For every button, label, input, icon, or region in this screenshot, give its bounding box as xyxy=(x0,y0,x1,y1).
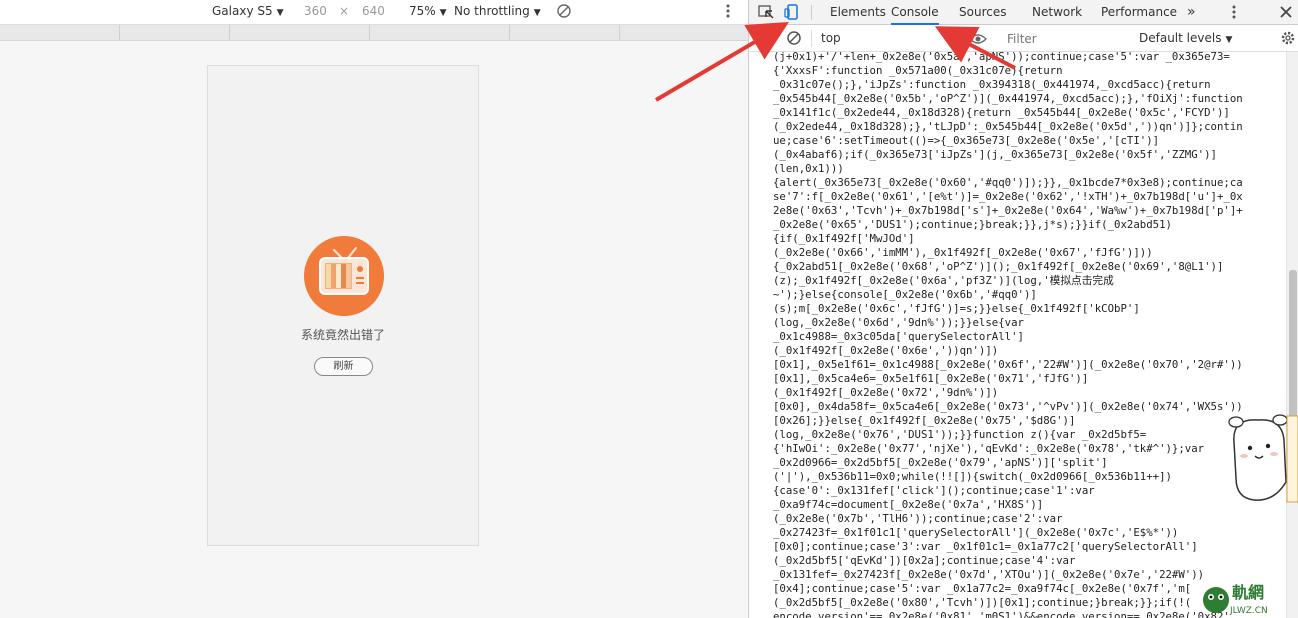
toolbar-divider xyxy=(811,5,812,20)
rotate-icon[interactable] xyxy=(556,3,572,22)
throttling-value: No throttling xyxy=(454,4,530,18)
console-line: {'hIwOi':_0x2e8e('0x77','njXe'),'qEvKd':… xyxy=(773,442,1205,455)
clear-console-icon[interactable] xyxy=(785,29,803,47)
console-output[interactable]: (j+0x1)+'/'+len+_0x2e8e('0x5a','apNS'));… xyxy=(749,52,1298,618)
console-line: (_0x2e8e('0x7b','TlH6'));continue;case'2… xyxy=(773,512,1063,525)
console-line: (_0x1f492f[_0x2e8e('0x72','9dn%')]) xyxy=(773,386,999,399)
console-line: _0x141f1c(_0x2ede44,_0x18d328){return _0… xyxy=(773,106,1230,119)
chevron-down-icon: ▼ xyxy=(533,8,541,18)
console-line: {if(_0x1f492f['MwJOd'] xyxy=(773,232,915,245)
console-line: (len,0x1))) xyxy=(773,162,844,175)
tab-performance[interactable]: Performance xyxy=(1101,0,1177,25)
console-line: _0x2e8e('0x65','DUS1');continue;}break;}… xyxy=(773,218,1172,231)
console-line: _0xa9f74c=document[_0x2e8e('0x7a','HX8S'… xyxy=(773,498,1044,511)
console-line: {case'0':_0x131fef['click']();continue;c… xyxy=(773,484,1095,497)
error-message: 系统竟然出错了 xyxy=(300,328,385,342)
console-line: (_0x2e8e('0x66','imMM'),_0x1f492f[_0x2e8… xyxy=(773,246,1153,259)
device-name: Galaxy S5 xyxy=(212,4,273,18)
console-line: {alert(_0x365e73[_0x2e8e('0x60','#qq0')]… xyxy=(773,176,1243,189)
console-line: [0x1],_0x5e1f61=_0x1c4988[_0x2e8e('0x6f'… xyxy=(773,358,1243,371)
console-line: [0x0],_0x4da58f=_0x5ca4e6[_0x2e8e('0x73'… xyxy=(773,400,1243,413)
context-select[interactable]: top xyxy=(821,31,841,45)
console-line: _0x31c07e();},'iJpZs':function _0x394318… xyxy=(773,78,1211,91)
log-levels-label: Default levels xyxy=(1139,31,1222,45)
console-line: _0x2d0966=_0x2d5bf5[_0x2e8e('0x79','apNS… xyxy=(773,456,1108,469)
tv-error-icon xyxy=(304,236,384,316)
close-icon[interactable] xyxy=(1277,3,1295,21)
console-line: _0x545b44[_0x2e8e('0x5b','oP^Z')](_0x441… xyxy=(773,92,1243,105)
console-message-list: (j+0x1)+'/'+len+_0x2e8e('0x5a','apNS'));… xyxy=(773,52,1287,618)
console-line: (s);m[_0x2e8e('0x6c','fJfG')]=s;}}else{_… xyxy=(773,302,1140,315)
height-input[interactable]: 640 xyxy=(362,4,385,18)
device-emulation-pane: Galaxy S5 ▼ 360 × 640 75% ▼ No throttling ▼ xyxy=(0,0,748,618)
console-filter-input[interactable] xyxy=(1005,29,1125,48)
console-line: {'XxxsF':function _0x571a00(_0x31c07e){r… xyxy=(773,64,1063,77)
console-line: (_0x2ede44,_0x18d328);},'tLJpD':_0x545b4… xyxy=(773,120,1243,133)
device-select[interactable]: Galaxy S5 ▼ xyxy=(212,4,284,18)
tab-console[interactable]: Console xyxy=(891,0,939,25)
width-input[interactable]: 360 xyxy=(304,4,327,18)
more-options-icon[interactable] xyxy=(724,3,732,22)
console-line: (log,_0x2e8e('0x6d','9dn%'));}}else{var xyxy=(773,316,1024,329)
console-scrollbar[interactable] xyxy=(1286,52,1298,618)
toolbar-divider xyxy=(811,30,812,47)
console-line: (_0x2d5bf5['qEvKd'])[0x2a];continue;case… xyxy=(773,554,1076,567)
console-line: se'7':f[_0x2e8e('0x61','[e%t')]=_0x2e8e(… xyxy=(773,190,1243,203)
console-toolbar: top Default levels▼ xyxy=(749,25,1298,52)
ruler-segment xyxy=(510,25,620,40)
watermark-logo: 軌網 JLWZ.CN xyxy=(1203,583,1268,616)
console-line: [0x1],_0x5ca4e6=_0x5e1f61[_0x2e8e('0x71'… xyxy=(773,372,1089,385)
watermark-text: JLWZ.CN xyxy=(1229,606,1268,616)
gear-icon[interactable] xyxy=(1279,29,1297,47)
device-toolbar: Galaxy S5 ▼ 360 × 640 75% ▼ No throttling ▼ xyxy=(0,0,748,25)
console-line: _0x27423f=_0x1f01c1['querySelectorAll'](… xyxy=(773,526,1179,539)
console-line: (z);_0x1f492f[_0x2e8e('0x6a','pf3Z')](lo… xyxy=(773,274,1114,287)
log-levels-select[interactable]: Default levels ▼ xyxy=(1139,31,1232,45)
console-sidebar-icon[interactable] xyxy=(755,29,773,47)
tab-elements[interactable]: Elements xyxy=(830,0,886,25)
console-line: (log,_0x2e8e('0x76','DUS1'));}}function … xyxy=(773,428,1147,441)
devtools-panel: Elements Console Sources Network Perform… xyxy=(748,0,1298,618)
console-line: (_0x1f492f[_0x2e8e('0x6e','))qn')]) xyxy=(773,344,999,357)
throttling-select[interactable]: No throttling ▼ xyxy=(454,4,541,18)
console-line: {_0x2abd51[_0x2e8e('0x68','oP^Z')]();_0x… xyxy=(773,260,1224,273)
zoom-select[interactable]: 75% ▼ xyxy=(409,4,447,18)
console-line: [0x26];}}else{_0x1f492f[_0x2e8e('0x75','… xyxy=(773,414,1076,427)
eye-icon[interactable] xyxy=(969,30,987,48)
watermark-logo-text: 軌網 xyxy=(1232,583,1264,602)
console-line: ue;case'6':setTimeout(()=>{_0x365e73[_0x… xyxy=(773,134,1160,147)
more-tabs-button[interactable]: » xyxy=(1187,0,1196,25)
chevron-down-icon: ▼ xyxy=(439,8,447,18)
refresh-button[interactable]: 刷新 xyxy=(314,357,373,376)
devtools-tab-bar: Elements Console Sources Network Perform… xyxy=(749,0,1298,25)
media-query-ruler[interactable] xyxy=(0,25,748,41)
ruler-segment xyxy=(0,25,120,40)
console-line: (j+0x1)+'/'+len+_0x2e8e('0x5a','apNS'));… xyxy=(773,52,1230,63)
dimension-separator: × xyxy=(339,4,350,18)
more-options-icon[interactable] xyxy=(1225,3,1243,21)
chevron-down-icon: ▼ xyxy=(1225,35,1233,45)
toggle-device-toolbar-icon[interactable] xyxy=(783,3,801,21)
inspect-element-icon[interactable] xyxy=(757,3,775,21)
console-line: _0x1c4988=_0x3c05da['querySelectorAll'] xyxy=(773,330,1024,343)
console-line: ('|'),_0x536b11=0x0;while(!![]){switch(_… xyxy=(773,470,1172,483)
tab-sources[interactable]: Sources xyxy=(959,0,1006,25)
console-line: ~');}else{console[_0x2e8e('0x6b','#qq0')… xyxy=(773,288,1037,301)
device-screen: 系统竟然出错了 刷新 xyxy=(207,65,479,546)
emulated-viewport: 系统竟然出错了 刷新 xyxy=(0,41,748,618)
tab-network[interactable]: Network xyxy=(1032,0,1082,25)
ruler-segment xyxy=(370,25,510,40)
ruler-segment xyxy=(120,25,230,40)
console-line: (_0x4abaf6);if(_0x365e73['iJpZs'](j,_0x3… xyxy=(773,148,1217,161)
mascot-sticker xyxy=(1228,414,1298,503)
console-line: [0x0];continue;case'3':var _0x1f01c1=_0x… xyxy=(773,540,1198,553)
chevron-down-icon: ▼ xyxy=(276,8,284,18)
console-line: 2e8e('0x63','Tcvh')+_0x7b198d['s']+_0x2e… xyxy=(773,204,1243,217)
zoom-level: 75% xyxy=(409,4,436,18)
ruler-segment xyxy=(230,25,370,40)
